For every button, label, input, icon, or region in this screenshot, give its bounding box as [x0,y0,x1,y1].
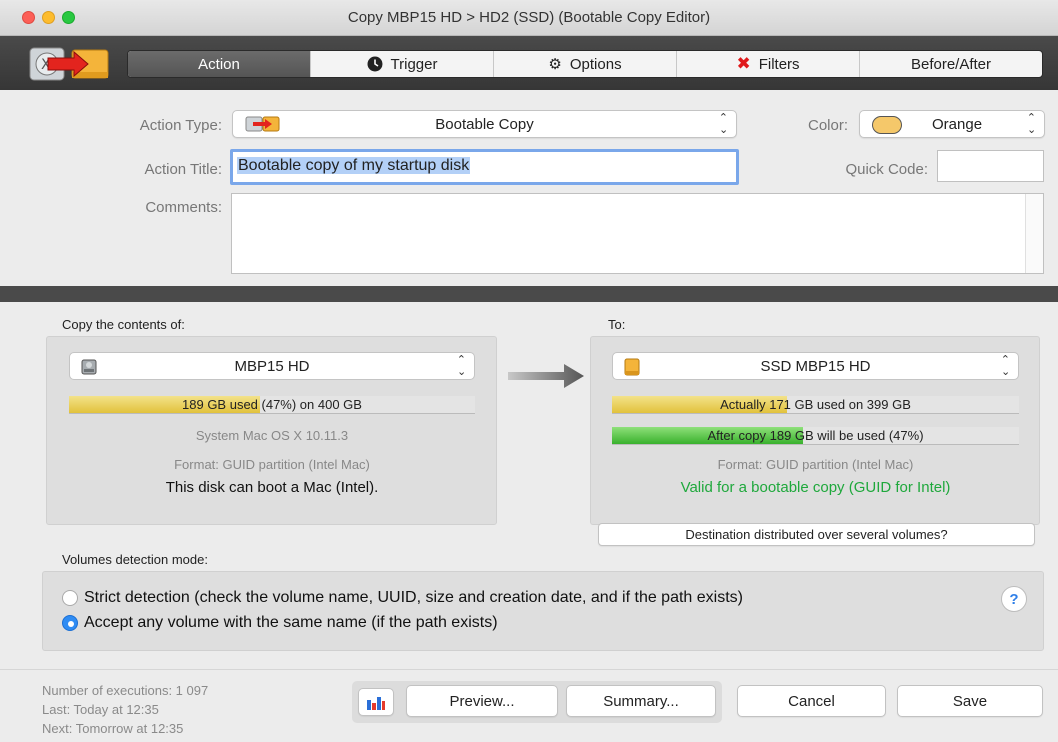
chevron-updown-icon: ⌃ ⌃ [718,112,728,135]
source-disk-name: MBP15 HD [234,357,310,375]
comments-scrollbar[interactable] [1025,194,1043,273]
source-format: Format: GUID partition (Intel Mac) [174,457,370,472]
gear-icon: ⚙ [548,56,562,73]
tab-bar: Action Trigger ⚙ Options ✖ Filters Befor… [127,50,1043,78]
cancel-button[interactable]: Cancel [737,685,886,717]
source-section-label: Copy the contents of: [62,317,185,332]
destination-actual-label: Actually 171 [720,397,791,412]
destination-actual-bar: Actually 171 GB used on 399 GB [612,396,1019,414]
statistics-button[interactable] [358,688,394,716]
destination-disk-name: SSD MBP15 HD [760,357,871,375]
tab-before-after-label: Before/After [910,55,992,73]
color-swatch [872,116,902,134]
tab-trigger-label: Trigger [390,55,438,73]
destination-after-label: After copy 189 [707,428,792,443]
same-name-option[interactable]: Accept any volume with the same name (if… [62,614,498,632]
save-button[interactable]: Save [897,685,1043,717]
color-popup[interactable]: Orange ⌃ ⌃ [859,110,1045,138]
action-title-field[interactable]: Bootable copy of my startup disk [230,149,739,185]
destination-after-bar: After copy 189 GB will be used (47%) [612,427,1019,445]
editor-window: Copy MBP15 HD > HD2 (SSD) (Bootable Copy… [0,0,1058,742]
strict-detection-option[interactable]: Strict detection (check the volume name,… [62,589,743,607]
action-title-label: Action Title: [144,161,222,178]
destination-actual-rest: GB used on 399 GB [790,397,911,412]
detection-panel [42,571,1044,651]
tab-action[interactable]: Action [128,51,310,77]
source-usage-rest: (47%) on 400 GB [257,397,362,412]
next-execution: Next: Tomorrow at 12:35 [42,721,184,736]
red-x-icon: ✖ [736,54,751,73]
color-label: Color: [807,117,848,134]
chevron-updown-icon: ⌃ ⌃ [1000,354,1010,377]
action-type-value: Bootable Copy [435,115,534,133]
source-boot-status: This disk can boot a Mac (Intel). [165,479,379,496]
tab-before-after[interactable]: Before/After [859,51,1042,77]
color-value: Orange [932,115,983,133]
executions-count: Number of executions: 1 097 [42,683,209,698]
chevron-updown-icon: ⌃ ⌃ [1026,112,1036,135]
same-name-radio[interactable] [62,615,78,631]
detection-section-label: Volumes detection mode: [62,552,208,567]
section-divider [0,286,1058,302]
bootable-copy-icon: X [28,44,112,84]
destination-valid-status: Valid for a bootable copy (GUID for Inte… [680,479,951,496]
comments-label: Comments: [145,199,222,216]
chevron-updown-icon: ⌃ ⌃ [456,354,466,377]
quick-code-field[interactable] [937,150,1044,182]
quick-code-label: Quick Code: [845,161,928,178]
distributed-volumes-button[interactable]: Destination distributed over several vol… [598,523,1035,546]
action-type-label: Action Type: [139,117,222,134]
destination-disk-popup[interactable]: SSD MBP15 HD ⌃ ⌃ [612,352,1019,380]
copy-direction-arrow-icon [508,364,584,388]
destination-section-label: To: [608,317,626,332]
action-type-popup[interactable]: Bootable Copy ⌃ ⌃ [232,110,737,138]
source-usage-used: 189 GB used [182,397,258,412]
source-disk-popup[interactable]: MBP15 HD ⌃ ⌃ [69,352,475,380]
destination-format: Format: GUID partition (Intel Mac) [717,457,914,472]
tab-options[interactable]: ⚙ Options [493,51,676,77]
window-title: Copy MBP15 HD > HD2 (SSD) (Bootable Copy… [347,9,711,26]
destination-after-rest: GB will be used (47%) [791,428,924,443]
internal-disk-icon [81,359,97,375]
summary-button[interactable]: Summary... [566,685,716,717]
help-button[interactable]: ? [1001,586,1027,612]
tab-options-label: Options [569,55,622,73]
same-name-label: Accept any volume with the same name (if… [84,614,498,631]
action-title-value: Bootable copy of my startup disk [237,157,471,174]
source-usage-bar: 189 GB used (47%) on 400 GB [69,396,475,414]
strict-detection-label: Strict detection (check the volume name,… [84,589,743,606]
clock-icon [367,56,383,72]
tab-filters[interactable]: ✖ Filters [676,51,859,77]
external-disk-icon [624,358,640,376]
bar-chart-icon [367,697,385,710]
preview-button[interactable]: Preview... [406,685,558,717]
last-execution: Last: Today at 12:35 [42,702,159,717]
tab-trigger[interactable]: Trigger [310,51,493,77]
footer-separator [0,669,1058,670]
strict-detection-radio[interactable] [62,590,78,606]
tab-filters-label: Filters [758,55,800,73]
tab-action-label: Action [198,55,240,73]
comments-field[interactable] [231,193,1044,274]
source-system: System Mac OS X 10.11.3 [195,428,349,443]
title-bar: Copy MBP15 HD > HD2 (SSD) (Bootable Copy… [0,0,1058,36]
